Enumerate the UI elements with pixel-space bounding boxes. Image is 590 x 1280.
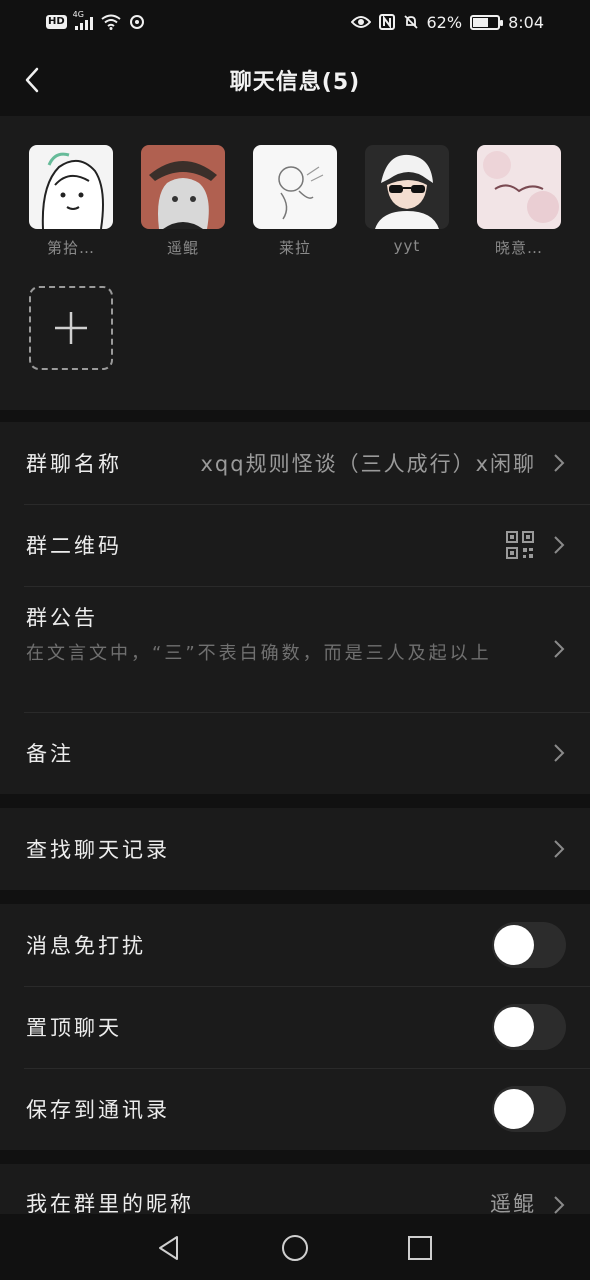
member-item[interactable]: 第拾… xyxy=(29,145,113,258)
remark-label: 备注 xyxy=(26,742,74,766)
member-grid: 第拾… 遥鲲 莱拉 yyt 晓意… xyxy=(0,116,590,410)
qr-code-icon xyxy=(506,531,534,559)
member-item[interactable]: 莱拉 xyxy=(253,145,337,258)
wifi-icon xyxy=(101,14,121,30)
triangle-back-icon xyxy=(159,1236,178,1260)
member-name: 第拾… xyxy=(46,239,95,257)
nav-bar: 聊天信息(5) xyxy=(0,44,590,116)
eye-comfort-icon xyxy=(350,16,371,28)
member-avatar xyxy=(253,145,337,229)
member-avatar xyxy=(365,145,449,229)
member-item[interactable]: 晓意… xyxy=(477,145,561,258)
do-not-disturb-row: 消息免打扰 xyxy=(0,904,590,986)
group-name-value: xqq规则怪谈（三人成行）x闲聊 xyxy=(200,452,536,476)
my-nickname-label: 我在群里的昵称 xyxy=(26,1192,194,1214)
back-button[interactable] xyxy=(14,62,50,98)
my-nickname-row[interactable]: 我在群里的昵称 遥鲲 xyxy=(0,1164,590,1214)
battery-icon xyxy=(470,14,504,30)
member-item[interactable]: 遥鲲 xyxy=(141,145,225,258)
chevron-right-icon xyxy=(554,840,565,858)
member-name: 遥鲲 xyxy=(166,239,199,257)
save-to-contacts-toggle[interactable] xyxy=(492,1086,566,1132)
network-type-label: 4G xyxy=(72,10,84,19)
battery-percent: 62% xyxy=(426,12,463,32)
status-bar-right: 62% 8:04 xyxy=(350,12,544,32)
group-name-label: 群聊名称 xyxy=(26,452,122,476)
hd-badge: HD xyxy=(46,15,67,29)
mute-bell-icon xyxy=(403,15,418,29)
pin-chat-toggle[interactable] xyxy=(492,1004,566,1050)
group-name-row[interactable]: 群聊名称 xqq规则怪谈（三人成行）x闲聊 xyxy=(0,422,590,504)
member-avatar xyxy=(141,145,225,229)
system-back-button[interactable] xyxy=(149,1228,189,1268)
group-notice-row[interactable]: 群公告 在文言文中，“三”不表白确数，而是三人及起以上 xyxy=(0,586,590,712)
member-avatar xyxy=(29,145,113,229)
remark-row[interactable]: 备注 xyxy=(0,712,590,794)
system-nav-bar xyxy=(0,1214,590,1280)
pin-chat-label: 置顶聊天 xyxy=(26,1016,122,1040)
member-name: yyt xyxy=(393,237,421,255)
page-title: 聊天信息(5) xyxy=(229,70,361,95)
group-info-section: 群聊名称 xqq规则怪谈（三人成行）x闲聊 群二维码 群公告 在文言文中，“三”… xyxy=(0,422,590,794)
member-name: 莱拉 xyxy=(278,239,311,257)
data-saver-icon xyxy=(129,15,144,29)
search-section: 查找聊天记录 xyxy=(0,808,590,890)
toggle-knob xyxy=(494,925,534,965)
status-bar: HD 4G 62% 8:04 xyxy=(0,0,590,44)
chevron-right-icon xyxy=(554,744,565,762)
group-notice-text: 在文言文中，“三”不表白确数，而是三人及起以上 xyxy=(26,643,492,664)
search-history-row[interactable]: 查找聊天记录 xyxy=(0,808,590,890)
battery-fill xyxy=(473,17,489,27)
square-recents-icon xyxy=(408,1236,432,1260)
system-recents-button[interactable] xyxy=(400,1228,440,1268)
member-name: 晓意… xyxy=(494,239,543,257)
search-history-label: 查找聊天记录 xyxy=(26,838,170,862)
toggle-knob xyxy=(494,1007,534,1047)
plus-icon xyxy=(55,312,87,344)
my-nickname-value: 遥鲲 xyxy=(490,1192,536,1214)
settings-toggle-section: 消息免打扰 置顶聊天 保存到通讯录 xyxy=(0,904,590,1150)
qr-code-label: 群二维码 xyxy=(26,534,122,558)
chevron-right-icon xyxy=(554,640,565,658)
do-not-disturb-label: 消息免打扰 xyxy=(26,934,146,958)
nickname-section: 我在群里的昵称 遥鲲 xyxy=(0,1164,590,1214)
chevron-left-icon xyxy=(25,67,39,93)
circle-home-icon xyxy=(282,1235,308,1261)
system-home-button[interactable] xyxy=(275,1228,315,1268)
chevron-right-icon xyxy=(554,1196,565,1214)
do-not-disturb-toggle[interactable] xyxy=(492,922,566,968)
toggle-knob xyxy=(494,1089,534,1129)
status-bar-left: HD 4G xyxy=(46,10,145,30)
member-avatar xyxy=(477,145,561,229)
chevron-right-icon xyxy=(554,536,565,554)
add-member-button[interactable] xyxy=(29,286,113,370)
nfc-icon xyxy=(378,14,395,30)
save-to-contacts-label: 保存到通讯录 xyxy=(26,1098,170,1122)
cellular-signal-icon: 4G xyxy=(73,10,93,30)
chevron-right-icon xyxy=(554,454,565,472)
pin-chat-row: 置顶聊天 xyxy=(0,986,590,1068)
clock: 8:04 xyxy=(508,12,544,32)
group-notice-label: 群公告 xyxy=(26,606,98,630)
save-to-contacts-row: 保存到通讯录 xyxy=(0,1068,590,1150)
qr-code-row[interactable]: 群二维码 xyxy=(0,504,590,586)
member-item[interactable]: yyt xyxy=(365,145,449,255)
